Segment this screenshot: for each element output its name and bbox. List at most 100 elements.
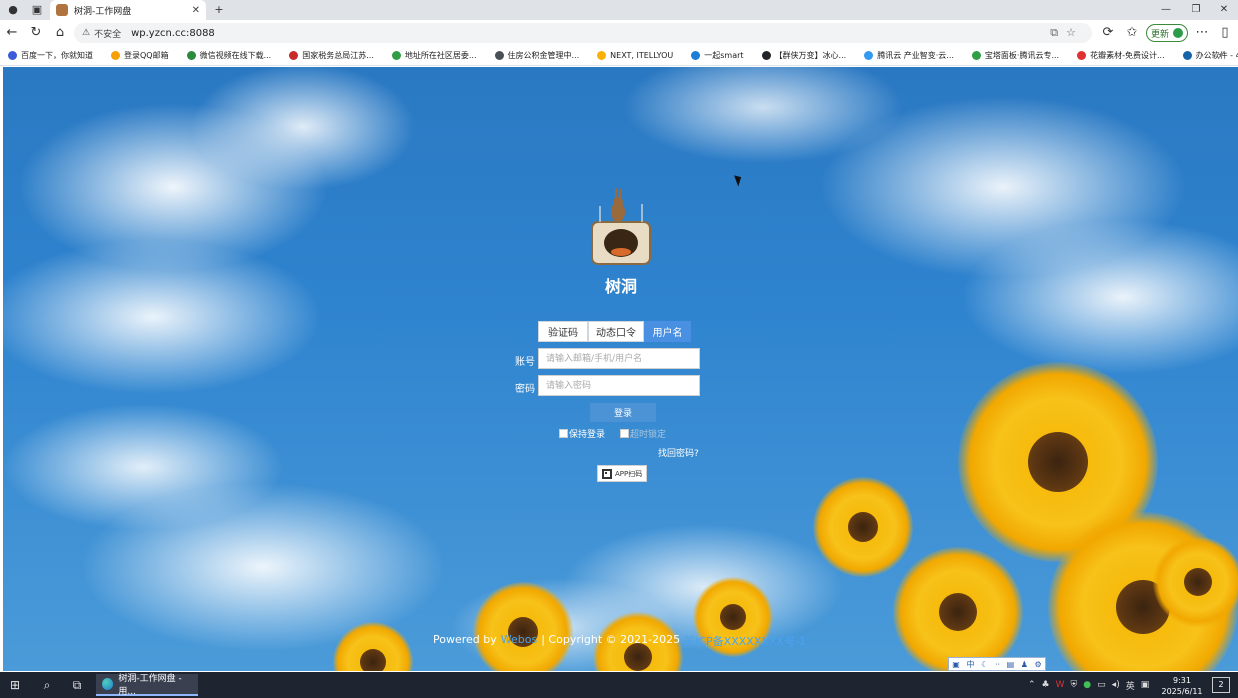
bookmark-item[interactable]: 办公软件 - 423Dow... xyxy=(1182,50,1238,61)
back-icon[interactable]: ← xyxy=(2,23,22,43)
profile-icon[interactable]: ● xyxy=(4,0,22,20)
bookmark-item[interactable]: 住房公积金管理中... xyxy=(494,50,580,61)
url-text[interactable]: wp.yzcn.cc:8088 xyxy=(131,28,215,39)
bookmark-item[interactable]: 百度一下，你就知道 xyxy=(8,50,93,61)
ime-punct-icon[interactable]: ⋅⋅ xyxy=(995,660,1000,669)
maximize-icon[interactable]: ❐ xyxy=(1182,0,1210,20)
minimize-icon[interactable]: — xyxy=(1152,0,1180,20)
bookmark-favicon-icon xyxy=(691,51,701,60)
start-icon[interactable]: ⊞ xyxy=(2,672,28,698)
bookmark-label: 花瓣素材-免费设计... xyxy=(1090,51,1165,60)
clock-time: 9:31 xyxy=(1173,676,1191,685)
bookmark-label: 国家税务总局江苏... xyxy=(302,51,374,60)
remember-login-label: 保持登录 xyxy=(569,430,606,440)
security-label: 不安全 xyxy=(94,29,122,40)
browser-tab[interactable]: 树洞-工作网盘 ✕ xyxy=(50,0,206,20)
bookmarks-overflow-icon[interactable]: › xyxy=(1218,46,1222,66)
bookmark-label: 【群侠万变】冰心... xyxy=(774,51,847,60)
bookmark-label: 登录QQ邮箱 xyxy=(124,51,169,60)
search-icon[interactable]: ⌕ xyxy=(34,672,60,698)
home-icon[interactable]: ⌂ xyxy=(50,23,70,43)
taskbar-edge-app[interactable]: 树洞-工作网盘 - 用... xyxy=(96,674,198,697)
security-indicator[interactable]: ⚠ 不安全 xyxy=(82,27,121,40)
more-menu-icon[interactable]: ⋯ xyxy=(1192,23,1212,43)
timeout-lock-label: 超时锁定 xyxy=(630,430,667,440)
bookmark-favicon-icon xyxy=(761,51,771,60)
bookmark-item[interactable]: 登录QQ邮箱 xyxy=(111,50,169,61)
ime-indicator[interactable]: 英 xyxy=(1126,679,1135,692)
ime-logo-icon[interactable]: ▣ xyxy=(952,660,960,669)
address-bar-actions[interactable]: ⧉☆ xyxy=(1050,23,1084,43)
icp-link[interactable]: 苏ICP备XXXXXXXX号-1 xyxy=(684,633,806,649)
bookmark-item[interactable]: 国家税务总局江苏... xyxy=(289,50,374,61)
copyright-text: | Copyright © 2021-2025 xyxy=(541,633,681,646)
ime-user-icon[interactable]: ♟ xyxy=(1021,660,1028,669)
sidebar-toggle-icon[interactable]: ▯ xyxy=(1215,23,1235,43)
reload-icon[interactable]: ↻ xyxy=(26,23,46,43)
ime-moon-icon[interactable]: ☾ xyxy=(981,660,988,669)
sunflower-image xyxy=(333,622,413,671)
ime-mode-icon[interactable]: 中 xyxy=(966,659,974,670)
ime-keyboard-icon[interactable]: ▤ xyxy=(1007,660,1015,669)
timeout-lock-checkbox[interactable]: 超时锁定 xyxy=(620,427,666,440)
ime-settings-icon[interactable]: ⚙ xyxy=(1035,660,1042,669)
tray-shield-icon[interactable]: ⛨ xyxy=(1071,680,1078,690)
bookmark-item[interactable]: 花瓣素材-免费设计... xyxy=(1077,50,1165,61)
tab-dynamic-token[interactable]: 动态口令 xyxy=(588,321,644,342)
close-tab-icon[interactable]: ✕ xyxy=(192,5,200,16)
update-button[interactable]: 更新 xyxy=(1146,24,1188,42)
extensions-icon[interactable]: ⟳ xyxy=(1098,23,1118,43)
bookmark-favicon-icon xyxy=(971,51,981,60)
bookmark-favicon-icon xyxy=(864,51,874,60)
bookmark-favicon-icon xyxy=(597,51,607,60)
bookmark-label: 一起smart xyxy=(704,51,744,60)
tray-network-icon[interactable]: ▭ xyxy=(1097,680,1106,690)
tray-wps-icon[interactable]: W xyxy=(1056,680,1065,690)
tray-app-icon[interactable]: ♣ xyxy=(1042,680,1050,690)
favorites-icon[interactable]: ✩ xyxy=(1122,23,1142,43)
password-input[interactable] xyxy=(538,375,700,396)
windows-taskbar: ⊞ ⌕ ⧉ 树洞-工作网盘 - 用... ⌃ ♣ W ⛨ ● ▭ ◂) 英 ▣ … xyxy=(0,672,1238,698)
new-tab-button[interactable]: + xyxy=(212,0,226,20)
bookmark-favicon-icon xyxy=(1077,51,1087,60)
bookmark-item[interactable]: 【群侠万变】冰心... xyxy=(761,50,847,61)
bookmark-item[interactable]: 腾讯云 产业智变·云... xyxy=(864,50,954,61)
remember-login-checkbox[interactable]: 保持登录 xyxy=(559,427,605,440)
bookmark-label: NEXT, ITELLYOU xyxy=(610,51,674,60)
browser-toolbar: ← ↻ ⌂ ⚠ 不安全 wp.yzcn.cc:8088 ⧉☆ ⟳ ✩ 更新 ⋯ … xyxy=(0,20,1238,46)
notification-center-icon[interactable]: 2 xyxy=(1212,677,1230,693)
sunflower-image xyxy=(893,547,1023,671)
task-view-icon[interactable]: ⧉ xyxy=(64,672,90,698)
account-label: 账号 xyxy=(515,357,535,368)
tray-volume-icon[interactable]: ◂) xyxy=(1112,680,1120,690)
product-link[interactable]: Webos xyxy=(501,633,537,649)
close-window-icon[interactable]: ✕ xyxy=(1210,0,1238,20)
bookmark-item[interactable]: 微信视频在线下载... xyxy=(186,50,271,61)
password-label: 密码 xyxy=(515,384,535,395)
tab-captcha[interactable]: 验证码 xyxy=(538,321,588,342)
tray-ime-app-icon[interactable]: ▣ xyxy=(1141,680,1150,690)
sunflower-image xyxy=(1153,537,1238,627)
tray-expand-icon[interactable]: ⌃ xyxy=(1028,680,1036,690)
address-bar[interactable]: ⚠ 不安全 wp.yzcn.cc:8088 ⧉☆ xyxy=(74,23,1092,43)
bookmark-label: 住房公积金管理中... xyxy=(507,51,580,60)
forgot-password-link[interactable]: 找回密码? xyxy=(658,446,699,459)
checkbox-box[interactable] xyxy=(559,429,568,438)
taskbar-clock[interactable]: 9:31 2025/6/11 xyxy=(1158,675,1206,697)
checkbox-box[interactable] xyxy=(620,429,629,438)
bookmark-item[interactable]: 地址所在社区居委... xyxy=(391,50,477,61)
app-scan-label: APP扫码 xyxy=(615,469,643,478)
bookmark-item[interactable]: 宝塔面板·腾讯云专... xyxy=(971,50,1059,61)
page-footer: Powered by Webos | Copyright © 2021-2025… xyxy=(433,633,806,649)
bookmark-item[interactable]: NEXT, ITELLYOU xyxy=(597,51,673,60)
tab-actions-icon[interactable]: ▣ xyxy=(28,0,46,20)
app-scan-button[interactable]: APP扫码 xyxy=(597,465,647,482)
ime-toolbar[interactable]: ▣ 中 ☾ ⋅⋅ ▤ ♟ ⚙ xyxy=(948,657,1046,671)
tab-username[interactable]: 用户名 xyxy=(644,321,691,342)
login-button[interactable]: 登录 xyxy=(590,403,656,422)
account-input[interactable] xyxy=(538,348,700,369)
bookmark-favicon-icon xyxy=(1182,51,1192,60)
tray-wechat-icon[interactable]: ● xyxy=(1083,680,1091,690)
bookmark-item[interactable]: 一起smart xyxy=(691,50,744,61)
bookmark-favicon-icon xyxy=(391,51,401,60)
